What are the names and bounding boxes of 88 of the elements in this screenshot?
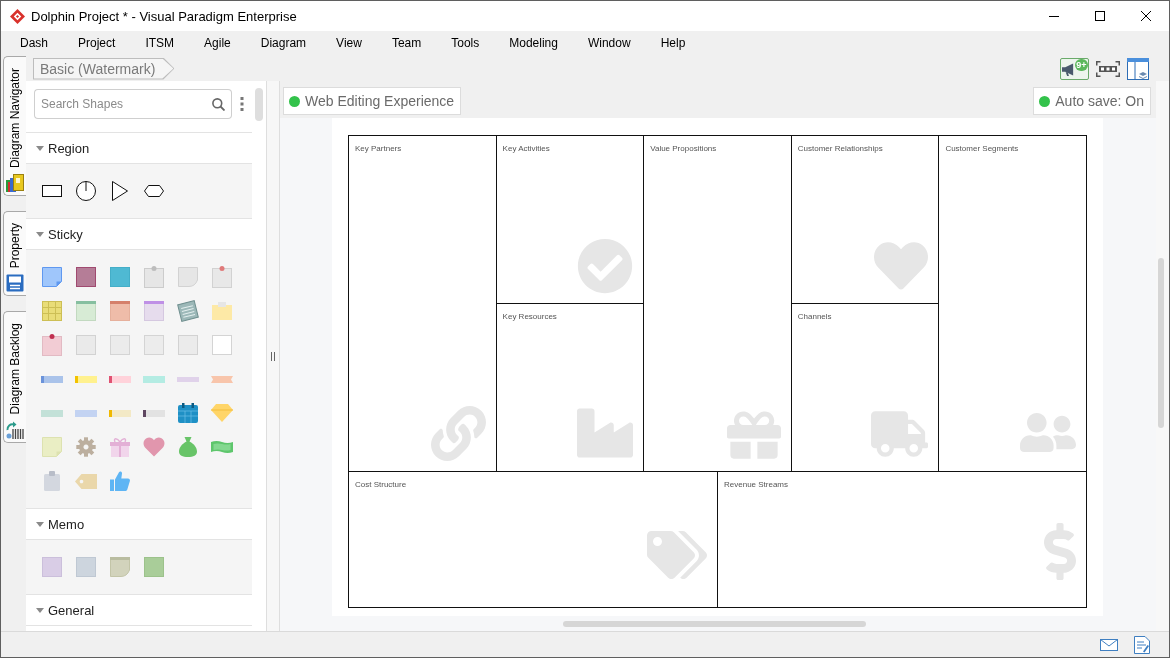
app-logo-icon xyxy=(10,8,25,24)
money-bag-icon[interactable] xyxy=(179,437,197,457)
block-label: Customer Segments xyxy=(945,144,1019,154)
tags-icon xyxy=(647,531,707,579)
menu-item[interactable]: Modeling xyxy=(494,31,573,55)
canvas-block[interactable]: Cost Structure xyxy=(349,472,717,607)
heart-icon xyxy=(874,239,929,293)
circle-icon[interactable] xyxy=(76,181,96,201)
palette-section-header[interactable]: Region xyxy=(26,132,252,164)
scrollbar-thumb[interactable] xyxy=(255,88,263,121)
canvas-block[interactable]: Key Resources xyxy=(496,304,644,471)
rectangle-icon[interactable] xyxy=(42,185,62,197)
canvas-block[interactable]: Channels xyxy=(791,304,939,471)
block-label: Key Resources xyxy=(502,312,557,322)
scrollbar-thumb[interactable] xyxy=(1158,258,1164,428)
menu-item[interactable]: View xyxy=(321,31,377,55)
canvas-block[interactable]: Key Partners xyxy=(349,136,496,471)
palette-section-header[interactable]: General xyxy=(26,594,252,626)
close-icon xyxy=(1141,11,1151,21)
block-label: Key Activities xyxy=(502,144,550,154)
menu-item[interactable]: Help xyxy=(645,31,701,55)
form-icon xyxy=(6,274,24,293)
stacked-books-icon xyxy=(6,174,24,193)
hexagon-icon[interactable] xyxy=(144,185,164,197)
arrow-barcode-icon xyxy=(6,420,24,439)
block-label: Customer Relationships xyxy=(797,144,883,154)
heart-icon[interactable] xyxy=(143,437,165,457)
calendar-icon[interactable] xyxy=(178,403,198,423)
tape-icon[interactable] xyxy=(109,375,131,383)
canvas-block[interactable]: Customer Relationships xyxy=(791,136,939,303)
breadcrumb-item[interactable]: Basic (Watermark) xyxy=(33,57,175,80)
status-dot-icon xyxy=(1039,95,1051,107)
thumbs-up-icon[interactable] xyxy=(110,471,130,491)
users-icon xyxy=(1020,410,1076,455)
side-tab[interactable]: Property xyxy=(3,211,26,297)
web-editing-button[interactable]: Web Editing Experience xyxy=(283,87,462,115)
block-label: Cost Structure xyxy=(355,480,407,490)
canvas-block[interactable]: Revenue Streams xyxy=(718,472,1086,607)
menu-item[interactable]: Tools xyxy=(436,31,495,55)
minimize-icon xyxy=(1049,15,1059,17)
triangle-icon[interactable] xyxy=(112,181,128,201)
truck-icon xyxy=(871,411,929,457)
grip-icon[interactable] xyxy=(271,351,275,361)
diamond-icon[interactable] xyxy=(211,404,233,422)
canvas-block[interactable]: Key Activities xyxy=(496,136,644,303)
status-dot-icon xyxy=(289,95,300,107)
block-label: Channels xyxy=(797,312,832,322)
menu-item[interactable]: Project xyxy=(63,31,131,55)
vertical-dots-icon[interactable] xyxy=(240,97,244,111)
menu-item[interactable]: Diagram xyxy=(245,31,322,55)
envelope-icon[interactable] xyxy=(1100,638,1118,651)
canvas-block[interactable]: Customer Segments xyxy=(939,136,1086,471)
dollar-icon xyxy=(1044,523,1076,580)
menu-item[interactable]: Window xyxy=(572,31,646,55)
tape-icon[interactable] xyxy=(143,409,165,417)
clipboard-icon[interactable] xyxy=(44,471,60,491)
link-icon xyxy=(430,406,486,461)
frame-corners-icon[interactable] xyxy=(1096,60,1120,77)
menu-item[interactable]: Agile xyxy=(189,31,246,55)
banknote-icon[interactable] xyxy=(211,440,233,454)
palette-section-header[interactable]: Sticky xyxy=(26,218,252,250)
autosave-button[interactable]: Auto save: On xyxy=(1033,87,1151,115)
window-layout-icon[interactable] xyxy=(1127,57,1149,80)
menu-item[interactable]: ITSM xyxy=(130,31,190,55)
gift-icon[interactable] xyxy=(110,437,130,457)
menu-item[interactable]: Team xyxy=(376,31,437,55)
sticky-note-icon[interactable] xyxy=(212,266,232,288)
block-label: Value Propositions xyxy=(650,144,717,154)
block-label: Key Partners xyxy=(355,144,402,154)
side-tab[interactable]: Diagram Navigator xyxy=(3,56,26,197)
document-pencil-icon[interactable] xyxy=(1134,635,1150,654)
sticky-note-icon[interactable] xyxy=(42,267,62,287)
scrollbar-track[interactable] xyxy=(1156,81,1169,631)
tag-icon[interactable] xyxy=(75,473,97,489)
block-label: Revenue Streams xyxy=(724,480,789,490)
scrollbar-thumb[interactable] xyxy=(563,621,866,627)
gear-icon[interactable] xyxy=(76,437,96,457)
window-title: Dolphin Project * - Visual Paradigm Enterprise xyxy=(31,8,297,24)
maximize-icon xyxy=(1095,11,1105,21)
canvas-block[interactable]: Value Propositions xyxy=(644,136,791,471)
palette-section-header[interactable]: Memo xyxy=(26,508,252,540)
notification-badge: 9+ xyxy=(1075,58,1088,71)
gift-icon xyxy=(726,408,781,462)
side-tab[interactable]: Diagram Backlog xyxy=(3,311,26,443)
menu-item[interactable]: Dash xyxy=(5,31,63,55)
sticky-note-icon[interactable] xyxy=(42,334,62,356)
notepad-icon[interactable] xyxy=(177,300,199,322)
megaphone-icon xyxy=(1062,63,1075,76)
